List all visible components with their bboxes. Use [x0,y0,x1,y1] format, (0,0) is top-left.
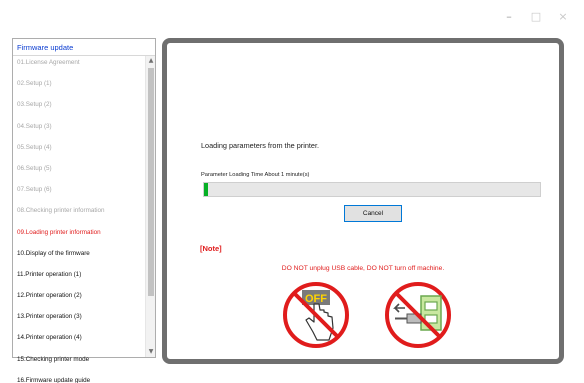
step-item-license-agreement: 01.License Agreement [17,59,80,66]
step-item-loading-printer-info: 09.Loading printer information [17,228,101,236]
scrollbar-thumb[interactable] [148,68,154,296]
sidebar-divider [13,55,155,56]
minimize-icon[interactable]: – [498,8,520,26]
step-item-setup-4: 05.Setup (4) [17,143,52,151]
step-item-printer-operation-2: 12.Printer operation (2) [17,292,82,300]
step-item-checking-printer-mode: 15.Checking printer mode [17,355,90,363]
step-item-checking-printer-info: 08.Checking printer information [17,207,105,215]
loading-time-label: Parameter Loading Time About 1 minute(s) [201,172,310,178]
step-item-setup-5: 06.Setup (5) [17,164,52,172]
scroll-down-icon[interactable]: ▼ [146,347,156,357]
title-bar: – □ × [0,0,584,34]
no-power-off-icon: OFF [283,282,349,348]
progress-bar-fill [204,183,209,196]
step-item-setup-6: 07.Setup (6) [17,186,52,194]
main-panel: Loading parameters from the printer. Par… [162,38,564,364]
step-item-setup-1: 02.Setup (1) [17,80,52,88]
maximize-icon[interactable]: □ [525,8,547,26]
step-item-display-firmware: 10.Display of the firmware [17,249,90,257]
sidebar-scrollbar[interactable]: ▲ ▼ [145,56,155,357]
off-icon-text: OFF [305,293,327,305]
steps-list: 01.License Agreement 02.Setup (1) 03.Set… [13,57,145,383]
warning-text: DO NOT unplug USB cable, DO NOT turn off… [281,265,445,272]
no-unplug-usb-icon [385,282,451,348]
step-item-firmware-update-guide: 16.Firmware update guide [17,376,91,383]
loading-title: Loading parameters from the printer. [201,141,320,150]
sidebar-header: Firmware update [17,43,74,52]
step-item-printer-operation-3: 13.Printer operation (3) [17,313,82,321]
close-icon[interactable]: × [552,8,574,26]
step-item-setup-2: 03.Setup (2) [17,101,52,109]
cancel-button[interactable]: Cancel [344,205,402,222]
step-item-printer-operation-1: 11.Printer operation (1) [17,270,82,278]
step-item-printer-operation-4: 14.Printer operation (4) [17,334,82,342]
step-item-setup-3: 04.Setup (3) [17,122,52,130]
note-label: [Note] [200,244,222,253]
progress-bar [203,182,541,197]
steps-sidebar: Firmware update 01.License Agreement 02.… [12,38,156,383]
scroll-up-icon[interactable]: ▲ [146,56,156,66]
